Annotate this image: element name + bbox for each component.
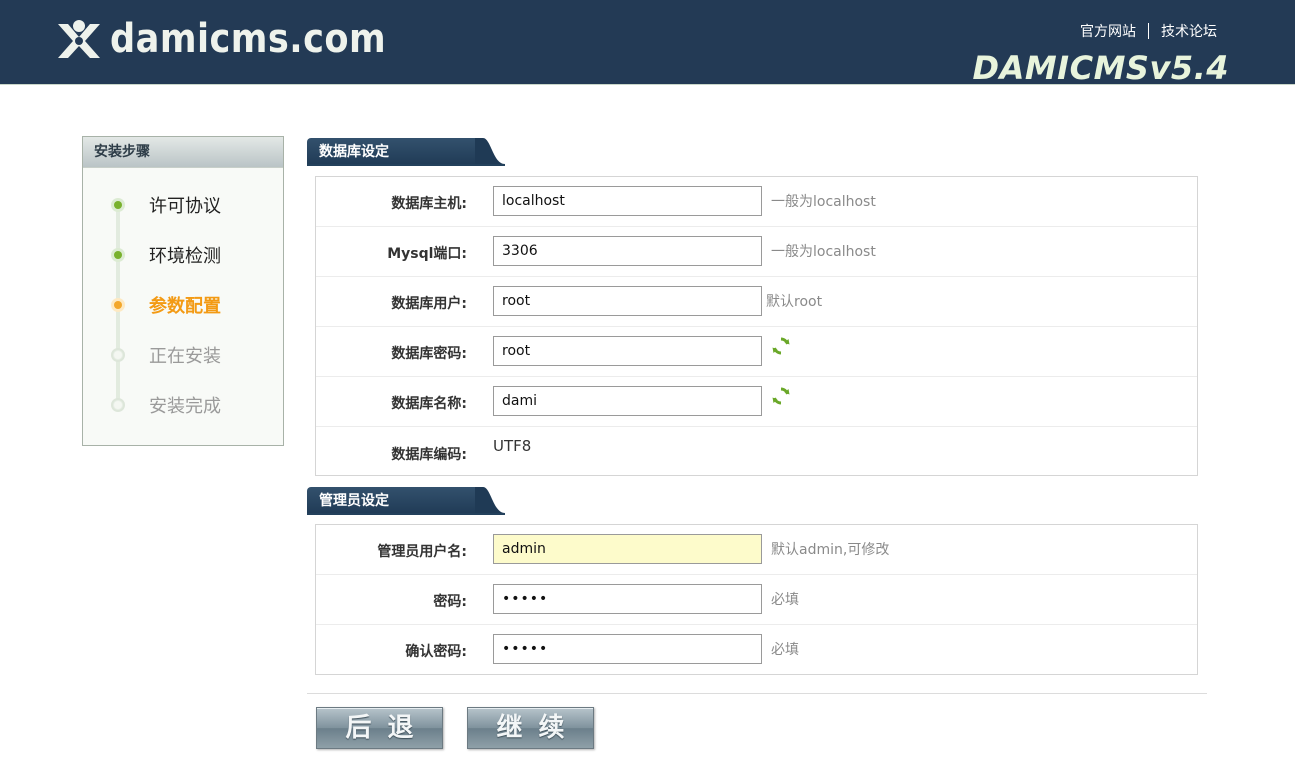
link-divider xyxy=(1148,23,1149,39)
tab-corner-icon xyxy=(475,487,505,515)
db-name-row: 数据库名称: dami xyxy=(316,377,1197,427)
db-port-hint: 一般为localhost xyxy=(771,244,876,260)
db-user-hint: 默认root xyxy=(766,294,823,310)
footer-divider xyxy=(307,693,1207,694)
step-active-dot-icon xyxy=(111,298,125,312)
steps-list: 许可协议 环境检测 参数配置 正在安装 安装完成 xyxy=(83,168,283,430)
db-password-label: 数据库密码: xyxy=(391,346,467,362)
admin-section-title: 管理员设定 xyxy=(319,493,389,509)
db-user-label: 数据库用户: xyxy=(391,296,467,312)
db-charset-row: 数据库编码: UTF8 xyxy=(316,427,1197,477)
step-complete: 安装完成 xyxy=(83,380,283,430)
db-name-input[interactable]: dami xyxy=(493,386,762,416)
db-host-hint: 一般为localhost xyxy=(771,194,876,210)
step-done-dot-icon xyxy=(111,248,125,262)
refresh-icon[interactable] xyxy=(771,386,791,406)
db-user-row: 数据库用户: root 默认root xyxy=(316,277,1197,327)
admin-confirm-input[interactable]: ••••• xyxy=(493,634,762,664)
step-label: 正在安装 xyxy=(149,346,221,367)
step-label: 环境检测 xyxy=(149,246,221,267)
step-environment: 环境检测 xyxy=(83,230,283,280)
admin-password-input[interactable]: ••••• xyxy=(493,584,762,614)
admin-confirm-label: 确认密码: xyxy=(405,644,467,660)
step-done-dot-icon xyxy=(111,198,125,212)
logo-text: damicms.com xyxy=(110,16,387,62)
database-section-title: 数据库设定 xyxy=(319,144,389,160)
admin-username-input[interactable]: admin xyxy=(493,534,762,564)
db-charset-value: UTF8 xyxy=(493,437,532,455)
step-license: 许可协议 xyxy=(83,180,283,230)
db-port-label: Mysql端口: xyxy=(387,246,467,262)
db-port-row: Mysql端口: 3306 一般为localhost xyxy=(316,227,1197,277)
step-label: 安装完成 xyxy=(149,396,221,417)
step-config: 参数配置 xyxy=(83,280,283,330)
admin-username-hint: 默认admin,可修改 xyxy=(771,542,890,558)
back-button[interactable]: 后退 xyxy=(316,707,443,749)
db-host-row: 数据库主机: localhost 一般为localhost xyxy=(316,177,1197,227)
admin-username-label: 管理员用户名: xyxy=(377,544,467,560)
step-pending-dot-icon xyxy=(111,348,125,362)
db-host-label: 数据库主机: xyxy=(391,196,467,212)
admin-password-hint: 必填 xyxy=(771,592,799,608)
header-bar: damicms.com 官方网站 技术论坛 DAMICMSv5.4 xyxy=(0,0,1295,87)
db-name-label: 数据库名称: xyxy=(391,396,467,412)
step-pending-dot-icon xyxy=(111,398,125,412)
official-site-link[interactable]: 官方网站 xyxy=(1080,21,1136,41)
top-links: 官方网站 技术论坛 xyxy=(1080,21,1217,41)
install-steps-title: 安装步骤 xyxy=(83,137,283,168)
logo[interactable]: damicms.com xyxy=(56,18,424,60)
step-label: 参数配置 xyxy=(149,296,221,317)
refresh-icon[interactable] xyxy=(771,336,791,356)
step-installing: 正在安装 xyxy=(83,330,283,380)
admin-username-row: 管理员用户名: admin 默认admin,可修改 xyxy=(316,525,1197,575)
database-section-header: 数据库设定 xyxy=(307,138,505,166)
admin-confirm-row: 确认密码: ••••• 必填 xyxy=(316,625,1197,675)
version-label: DAMICMSv5.4 xyxy=(972,49,1229,87)
db-charset-label: 数据库编码: xyxy=(391,447,467,463)
admin-section-header: 管理员设定 xyxy=(307,487,505,515)
db-password-row: 数据库密码: root xyxy=(316,327,1197,377)
admin-confirm-hint: 必填 xyxy=(771,642,799,658)
db-user-input[interactable]: root xyxy=(493,286,762,316)
forum-link[interactable]: 技术论坛 xyxy=(1161,21,1217,41)
continue-button[interactable]: 继续 xyxy=(467,707,594,749)
logo-icon xyxy=(58,20,100,58)
tab-corner-icon xyxy=(475,138,505,166)
install-steps-panel: 安装步骤 许可协议 环境检测 参数配置 正在安装 安装完成 xyxy=(82,136,284,446)
admin-password-label: 密码: xyxy=(433,594,467,610)
admin-form: 管理员用户名: admin 默认admin,可修改 密码: ••••• 必填 确… xyxy=(315,524,1198,675)
step-label: 许可协议 xyxy=(149,196,221,217)
db-password-input[interactable]: root xyxy=(493,336,762,366)
db-host-input[interactable]: localhost xyxy=(493,186,762,216)
db-port-input[interactable]: 3306 xyxy=(493,236,762,266)
admin-password-row: 密码: ••••• 必填 xyxy=(316,575,1197,625)
database-form: 数据库主机: localhost 一般为localhost Mysql端口: 3… xyxy=(315,176,1198,476)
